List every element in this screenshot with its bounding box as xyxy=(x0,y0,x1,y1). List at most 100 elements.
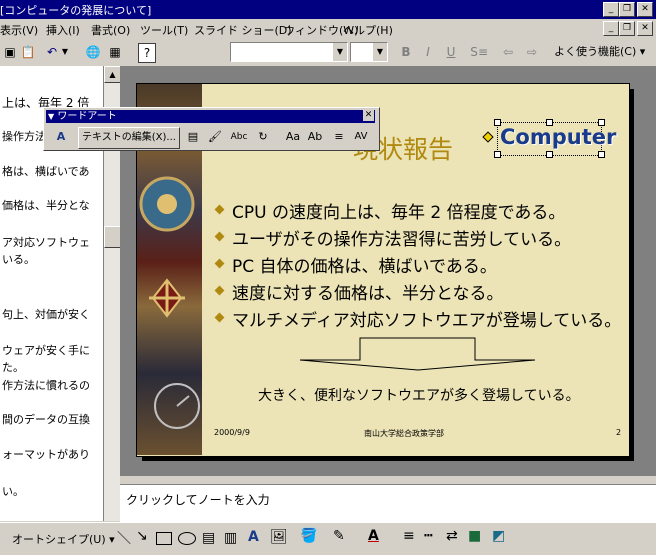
italic-icon[interactable]: I xyxy=(420,43,436,61)
bullet-text: ユーザがその操作方法習得に苦労している。 xyxy=(232,230,572,250)
autoshape-label: オートシェイプ(U) xyxy=(12,533,106,546)
free-rotate-icon[interactable]: ↻ xyxy=(254,127,272,147)
rectangle-icon[interactable] xyxy=(156,532,172,545)
hyperlink-icon[interactable]: 🌐 xyxy=(84,43,102,61)
bullet-text: PC 自体の価格は、横ばいである。 xyxy=(232,257,497,277)
arrow-style-icon[interactable]: ⇄ xyxy=(446,528,458,544)
bullet-text: CPU の速度向上は、毎年 2 倍程度である。 xyxy=(232,203,566,223)
down-arrow-shape[interactable] xyxy=(295,336,541,372)
outline-line: 間のデータの互換 xyxy=(2,413,90,426)
format-wordart-icon[interactable]: 🖌 xyxy=(206,127,224,147)
demote-icon[interactable]: ⇨ xyxy=(524,43,540,61)
resize-handle[interactable] xyxy=(546,151,553,158)
minimize-button[interactable]: _ xyxy=(603,2,619,17)
title-bar: [コンピュータの発展について] _ ❐ ✕ xyxy=(0,0,656,19)
outline-line: いる。 xyxy=(2,253,35,266)
underline-icon[interactable]: U xyxy=(443,43,459,61)
chevron-down-icon[interactable]: ▼ xyxy=(373,43,387,61)
edit-text-button[interactable]: テキストの編集(X)... xyxy=(78,127,180,149)
help-icon[interactable]: ? xyxy=(138,43,156,63)
menu-slideshow[interactable]: スライド ショー(D) xyxy=(194,22,292,38)
bold-icon[interactable]: B xyxy=(398,43,414,61)
notes-placeholder: クリックしてノートを入力 xyxy=(126,493,270,507)
fill-color-icon[interactable]: 🪣 xyxy=(300,528,317,544)
vertical-textbox-icon[interactable]: ▥ xyxy=(224,530,237,546)
wordart-toolbar-titlebar[interactable]: ▼ ワードアート ✕ xyxy=(46,110,375,123)
table-icon[interactable]: ▦ xyxy=(106,43,124,61)
save-icon[interactable]: ▣ xyxy=(2,43,18,61)
outline-line: ォーマットがあり xyxy=(2,448,90,461)
font-size-combo[interactable]: ▼ xyxy=(350,42,388,62)
oval-icon[interactable] xyxy=(178,532,196,545)
autoshape-button[interactable]: オートシェイプ(U) ▾ xyxy=(12,531,115,547)
doc-minimize-button[interactable]: _ xyxy=(603,21,619,36)
textbox-icon[interactable]: ▤ xyxy=(202,530,215,546)
alignment-icon[interactable]: ≡ xyxy=(330,127,348,147)
menu-tools[interactable]: ツール(T) xyxy=(140,22,188,38)
wordart-gallery-icon[interactable]: ▤ xyxy=(184,127,202,147)
outline-line: 句上、対価が安く xyxy=(2,308,90,321)
outline-line: ウェアが安く手に xyxy=(2,344,90,357)
menu-insert[interactable]: 挿入(I) xyxy=(46,22,80,38)
promote-icon[interactable]: ⇦ xyxy=(500,43,516,61)
wordart-text: Computer xyxy=(500,125,617,149)
wordart-toolbar[interactable]: ▼ ワードアート ✕ A テキストの編集(X)... ▤ 🖌 Abc ↻ Aa … xyxy=(43,107,380,151)
3d-icon[interactable]: ◩ xyxy=(492,528,505,544)
menu-bar: 表示(V) 挿入(I) 書式(O) ツール(T) スライド ショー(D) ウィン… xyxy=(0,19,656,38)
outline-line: い。 xyxy=(2,485,24,498)
close-icon[interactable]: ✕ xyxy=(363,110,374,121)
resize-handle[interactable] xyxy=(546,119,553,126)
clipart-icon[interactable]: 🖼 xyxy=(270,529,288,545)
undo-dropdown-icon[interactable]: ▼ xyxy=(60,43,70,61)
align-icon[interactable]: ≡ xyxy=(473,43,493,61)
resize-handle[interactable] xyxy=(494,119,501,126)
font-color-icon[interactable]: A xyxy=(368,528,379,544)
close-button[interactable]: ✕ xyxy=(637,2,653,17)
arrow-icon[interactable]: ↘ xyxy=(136,528,148,544)
conclusion-text: 大きく、便利なソフトウエアが多く登場している。 xyxy=(258,388,580,404)
wordart-toolbar-title: ワードアート xyxy=(57,111,117,122)
footer-page-number: 2 xyxy=(616,428,622,437)
line-color-icon[interactable]: ✎ xyxy=(333,528,345,544)
restore-button[interactable]: ❐ xyxy=(619,2,635,17)
scroll-up-icon[interactable]: ▲ xyxy=(104,66,121,83)
paste-icon[interactable]: 📋 xyxy=(20,43,36,61)
footer-organization: 南山大学総合政策学部 xyxy=(364,429,444,438)
vertical-text-icon[interactable]: Ab xyxy=(306,127,324,147)
same-letter-heights-icon[interactable]: Aa xyxy=(284,127,302,147)
undo-icon[interactable]: ↶ xyxy=(44,43,60,61)
slide-hscrollbar[interactable] xyxy=(120,476,656,484)
standard-toolbar: ▣ 📋 ↶ ▼ 🌐 ▦ ? ▼ ▼ B I U S ≡ ⇦ ⇨ よく使う機能(C… xyxy=(0,38,656,67)
chevron-down-icon[interactable]: ▼ xyxy=(46,112,54,121)
bullet-text: マルチメディア対応ソフトウエアが登場している。 xyxy=(232,311,622,331)
outline-line: 操作方法 xyxy=(2,130,46,143)
doc-restore-button[interactable]: ❐ xyxy=(619,21,635,36)
notes-pane[interactable]: クリックしてノートを入力 xyxy=(120,484,656,523)
chevron-down-icon[interactable]: ▼ xyxy=(333,43,347,61)
doc-close-button[interactable]: ✕ xyxy=(637,21,653,36)
shadow-icon[interactable]: ■ xyxy=(468,528,481,544)
outline-line: た。 xyxy=(2,361,24,374)
resize-handle[interactable] xyxy=(494,151,501,158)
outline-line: 格は、横ばいであ xyxy=(2,165,90,178)
wordart-shape-icon[interactable]: Abc xyxy=(230,127,248,147)
resize-handle[interactable] xyxy=(598,119,605,126)
drawing-toolbar: オートシェイプ(U) ▾ ＼ ↘ ▤ ▥ A 🖼 🪣 ✎ A ≡ ┅ ⇄ ■ ◩ xyxy=(0,522,656,555)
dash-style-icon[interactable]: ┅ xyxy=(424,528,432,544)
line-style-icon[interactable]: ≡ xyxy=(403,528,415,544)
menu-view[interactable]: 表示(V) xyxy=(0,22,38,38)
menu-format[interactable]: 書式(O) xyxy=(91,22,130,38)
resize-handle[interactable] xyxy=(598,151,605,158)
insert-wordart-icon[interactable]: A xyxy=(52,127,70,147)
menu-help[interactable]: ヘルプ(H) xyxy=(343,22,393,38)
bullet-text: 速度に対する価格は、半分となる。 xyxy=(232,284,504,304)
outline-line: ア対応ソフトウェ xyxy=(2,236,90,249)
line-icon[interactable]: ＼ xyxy=(117,528,131,548)
footer-date: 2000/9/9 xyxy=(214,428,250,437)
favorites-button[interactable]: よく使う機能(C) ▾ xyxy=(554,43,646,61)
font-name-combo[interactable]: ▼ xyxy=(230,42,348,62)
wordart-icon[interactable]: A xyxy=(248,529,259,545)
scroll-thumb[interactable] xyxy=(104,226,121,248)
character-spacing-icon[interactable]: AV xyxy=(352,127,370,147)
outline-line: 価格は、半分とな xyxy=(2,199,90,212)
